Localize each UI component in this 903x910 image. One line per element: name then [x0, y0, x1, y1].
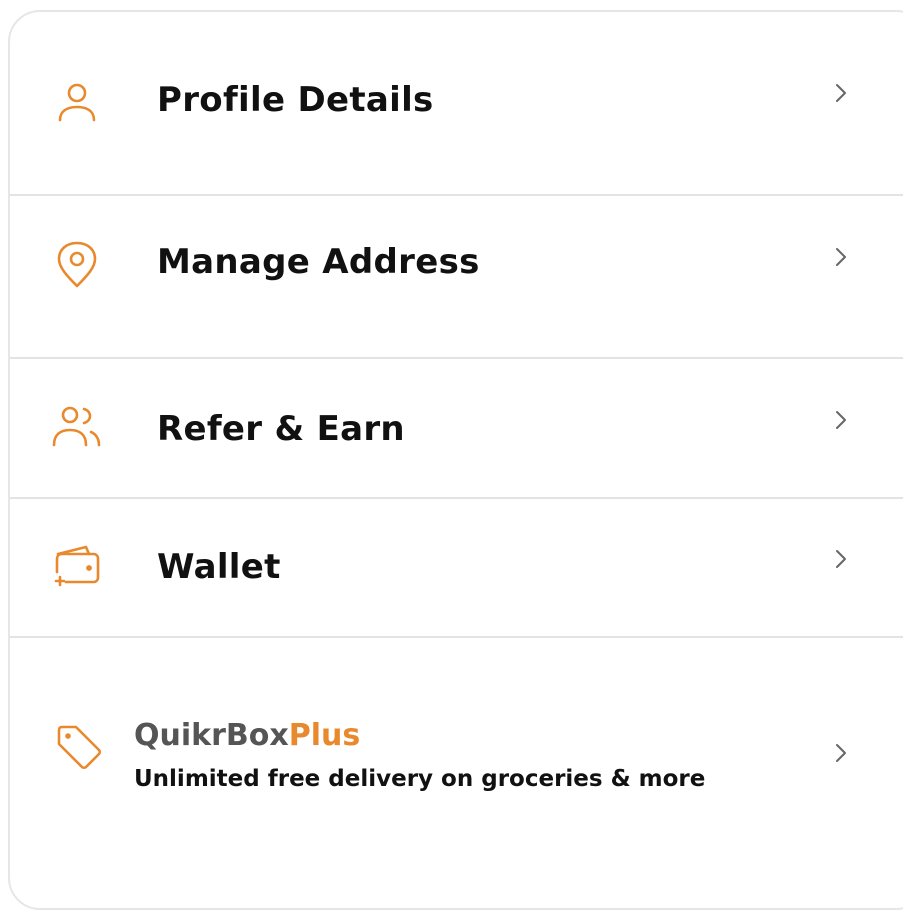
chevron-right-icon: [830, 246, 852, 268]
user-icon: [52, 78, 102, 128]
wallet-icon: [52, 542, 102, 592]
menu-item-manage-address[interactable]: Manage Address: [10, 196, 903, 358]
chevron-right-icon: [830, 82, 852, 104]
users-icon: [52, 403, 102, 453]
menu-item-label: Profile Details: [157, 80, 434, 120]
chevron-right-icon: [830, 409, 852, 431]
membership-brand-prefix: QuikrBox: [134, 718, 289, 753]
menu-item-label: Wallet: [157, 547, 281, 587]
membership-title: QuikrBoxPlus: [134, 718, 360, 753]
location-pin-icon: [52, 240, 102, 290]
tag-icon: [54, 722, 104, 772]
menu-item-refer-earn[interactable]: Refer & Earn: [10, 359, 903, 497]
menu-item-wallet[interactable]: Wallet: [10, 499, 903, 636]
menu-item-label: Manage Address: [157, 242, 480, 282]
chevron-right-icon: [830, 742, 852, 764]
menu-item-label: Refer & Earn: [157, 409, 405, 449]
membership-brand-suffix: Plus: [288, 718, 361, 753]
chevron-right-icon: [830, 548, 852, 570]
menu-item-profile-details[interactable]: Profile Details: [10, 10, 903, 195]
menu-item-quikrbox-plus[interactable]: QuikrBoxPlus Unlimited free delivery on …: [10, 638, 903, 868]
membership-subtitle: Unlimited free delivery on groceries & m…: [134, 766, 706, 792]
